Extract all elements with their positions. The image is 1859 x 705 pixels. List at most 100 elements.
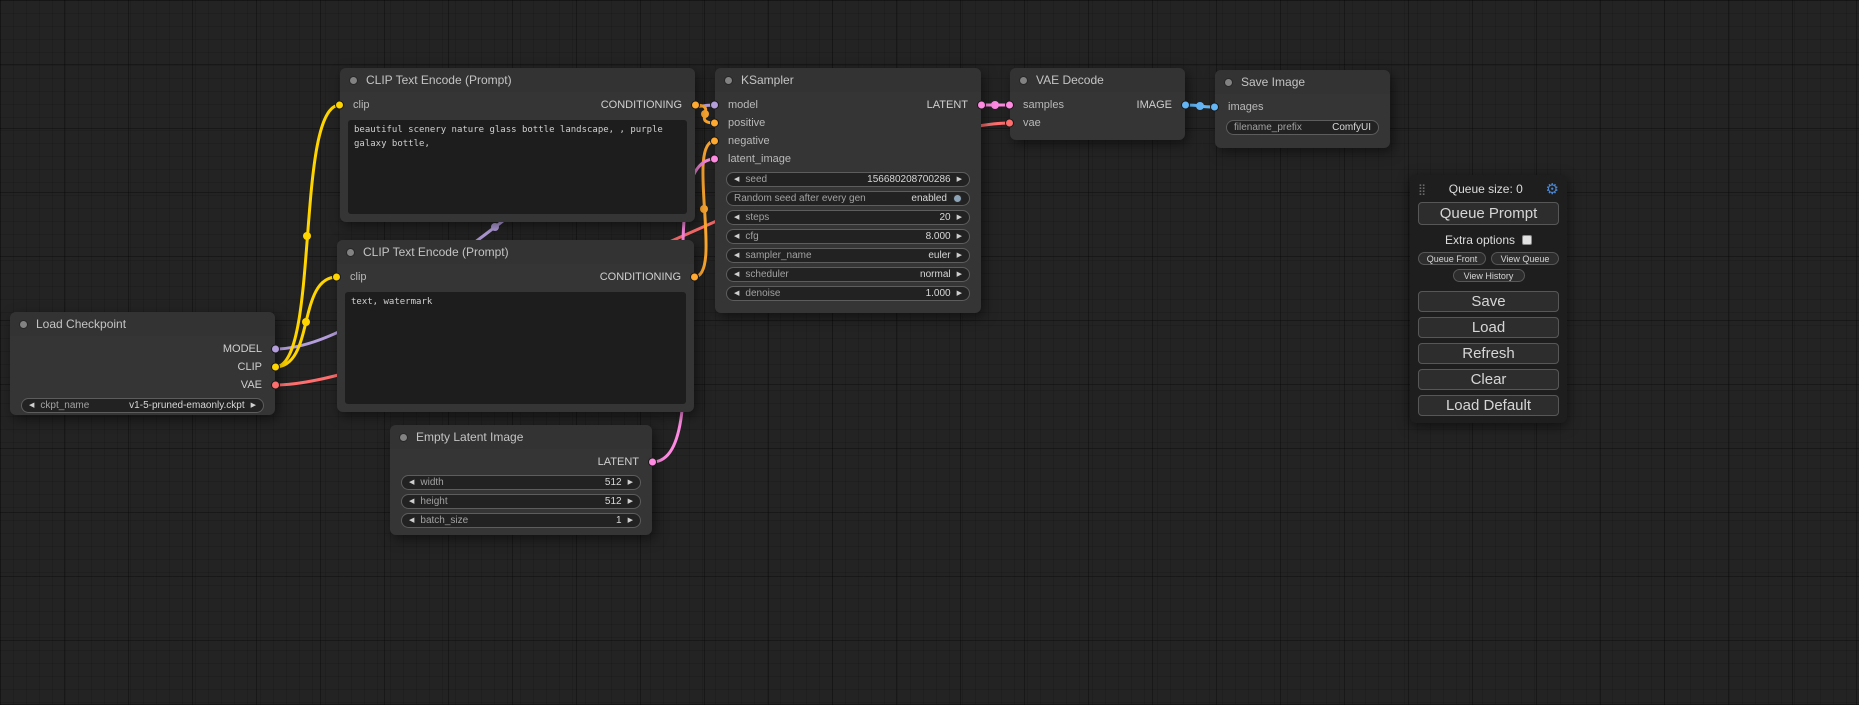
arrow-left-icon[interactable]: ◀	[409, 517, 414, 524]
widget-denoise[interactable]: ◀ denoise 1.000 ▶	[726, 286, 970, 301]
arrow-left-icon[interactable]: ◀	[734, 290, 739, 297]
output-port-model[interactable]	[271, 345, 280, 354]
output-port-clip[interactable]	[271, 363, 280, 372]
node-titlebar[interactable]: Load Checkpoint	[10, 312, 275, 336]
arrow-right-icon[interactable]: ▶	[957, 233, 962, 240]
collapse-dot-icon[interactable]	[724, 76, 733, 85]
extra-options-checkbox[interactable]	[1522, 235, 1532, 245]
node-titlebar[interactable]: VAE Decode	[1010, 68, 1185, 92]
widget-random-seed-toggle[interactable]: Random seed after every gen enabled	[726, 191, 970, 206]
input-port-model[interactable]	[710, 101, 719, 110]
arrow-left-icon[interactable]: ◀	[734, 176, 739, 183]
node-vae-decode[interactable]: VAE Decode samples IMAGE vae	[1010, 68, 1185, 140]
negative-prompt-textarea[interactable]: text, watermark	[345, 292, 686, 404]
save-button[interactable]: Save	[1418, 291, 1559, 312]
output-port-latent[interactable]	[648, 458, 657, 467]
widget-seed[interactable]: ◀ seed 156680208700286 ▶	[726, 172, 970, 187]
widget-width[interactable]: ◀ width 512 ▶	[401, 475, 641, 490]
widget-height[interactable]: ◀ height 512 ▶	[401, 494, 641, 509]
link-midpoint-dot	[991, 101, 999, 109]
widget-steps[interactable]: ◀ steps 20 ▶	[726, 210, 970, 225]
node-ksampler[interactable]: KSampler model LATENT positive negative …	[715, 68, 981, 313]
arrow-left-icon[interactable]: ◀	[734, 214, 739, 221]
input-port-positive[interactable]	[710, 119, 719, 128]
collapse-dot-icon[interactable]	[19, 320, 28, 329]
node-titlebar[interactable]: Empty Latent Image	[390, 425, 652, 449]
arrow-right-icon[interactable]: ▶	[957, 252, 962, 259]
input-label-images: images	[1228, 101, 1263, 113]
output-port-vae[interactable]	[271, 381, 280, 390]
collapse-dot-icon[interactable]	[1019, 76, 1028, 85]
node-titlebar[interactable]: Save Image	[1215, 70, 1390, 94]
arrow-left-icon[interactable]: ◀	[409, 479, 414, 486]
view-queue-button[interactable]: View Queue	[1491, 252, 1559, 265]
arrow-right-icon[interactable]: ▶	[957, 214, 962, 221]
input-port-clip[interactable]	[332, 273, 341, 282]
node-clip-text-encode-positive[interactable]: CLIP Text Encode (Prompt) clip CONDITION…	[340, 68, 695, 222]
input-port-images[interactable]	[1210, 103, 1219, 112]
load-default-button[interactable]: Load Default	[1418, 395, 1559, 416]
output-port-conditioning[interactable]	[690, 273, 699, 282]
widget-label: filename_prefix	[1234, 122, 1302, 133]
output-port-image[interactable]	[1181, 101, 1190, 110]
arrow-right-icon[interactable]: ▶	[251, 402, 256, 409]
arrow-right-icon[interactable]: ▶	[628, 479, 633, 486]
input-port-negative[interactable]	[710, 137, 719, 146]
view-history-button[interactable]: View History	[1453, 269, 1525, 282]
extra-options-label: Extra options	[1445, 233, 1515, 247]
input-port-samples[interactable]	[1005, 101, 1014, 110]
slot-row: VAE	[10, 376, 275, 394]
input-port-vae[interactable]	[1005, 119, 1014, 128]
output-port-conditioning[interactable]	[691, 101, 700, 110]
output-port-latent[interactable]	[977, 101, 986, 110]
slot-row: CLIP	[10, 358, 275, 376]
load-button[interactable]: Load	[1418, 317, 1559, 338]
refresh-button[interactable]: Refresh	[1418, 343, 1559, 364]
input-port-latent-image[interactable]	[710, 155, 719, 164]
node-save-image[interactable]: Save Image images filename_prefix ComfyU…	[1215, 70, 1390, 148]
node-graph-canvas[interactable]: Load Checkpoint MODEL CLIP VAE ◀ ckpt_na…	[0, 0, 1859, 705]
node-titlebar[interactable]: KSampler	[715, 68, 981, 92]
input-label-clip: clip	[350, 271, 367, 283]
settings-gear-icon[interactable]: ⚙	[1546, 182, 1559, 197]
positive-prompt-textarea[interactable]: beautiful scenery nature glass bottle la…	[348, 120, 687, 214]
node-empty-latent-image[interactable]: Empty Latent Image LATENT ◀ width 512 ▶ …	[390, 425, 652, 535]
arrow-right-icon[interactable]: ▶	[957, 290, 962, 297]
widget-filename-prefix[interactable]: filename_prefix ComfyUI	[1226, 120, 1379, 135]
collapse-dot-icon[interactable]	[346, 248, 355, 257]
arrow-right-icon[interactable]: ▶	[957, 176, 962, 183]
collapse-dot-icon[interactable]	[1224, 78, 1233, 87]
node-load-checkpoint[interactable]: Load Checkpoint MODEL CLIP VAE ◀ ckpt_na…	[10, 312, 275, 415]
input-label-negative: negative	[728, 135, 770, 147]
node-clip-text-encode-negative[interactable]: CLIP Text Encode (Prompt) clip CONDITION…	[337, 240, 694, 412]
arrow-right-icon[interactable]: ▶	[628, 498, 633, 505]
arrow-left-icon[interactable]: ◀	[29, 402, 34, 409]
link-midpoint-dot	[491, 223, 499, 231]
widget-scheduler[interactable]: ◀ scheduler normal ▶	[726, 267, 970, 282]
input-port-clip[interactable]	[335, 101, 344, 110]
clear-button[interactable]: Clear	[1418, 369, 1559, 390]
arrow-right-icon[interactable]: ▶	[628, 517, 633, 524]
slot-row: model LATENT	[715, 96, 981, 114]
node-titlebar[interactable]: CLIP Text Encode (Prompt)	[337, 240, 694, 264]
collapse-dot-icon[interactable]	[399, 433, 408, 442]
arrow-left-icon[interactable]: ◀	[734, 233, 739, 240]
arrow-left-icon[interactable]: ◀	[734, 252, 739, 259]
widget-cfg[interactable]: ◀ cfg 8.000 ▶	[726, 229, 970, 244]
arrow-left-icon[interactable]: ◀	[409, 498, 414, 505]
queue-front-button[interactable]: Queue Front	[1418, 252, 1486, 265]
arrow-right-icon[interactable]: ▶	[957, 271, 962, 278]
collapse-dot-icon[interactable]	[349, 76, 358, 85]
drag-handle-icon[interactable]: ⣿	[1418, 183, 1426, 196]
widget-batch-size[interactable]: ◀ batch_size 1 ▶	[401, 513, 641, 528]
input-label-latent-image: latent_image	[728, 153, 791, 165]
link-midpoint-dot	[701, 110, 709, 118]
node-titlebar[interactable]: CLIP Text Encode (Prompt)	[340, 68, 695, 92]
toggle-dot-icon[interactable]	[953, 194, 962, 203]
slot-row: images	[1215, 98, 1390, 116]
queue-prompt-button[interactable]: Queue Prompt	[1418, 202, 1559, 225]
widget-sampler-name[interactable]: ◀ sampler_name euler ▶	[726, 248, 970, 263]
comfy-menu-panel: ⣿ Queue size: 0 ⚙ Queue Prompt Extra opt…	[1410, 175, 1567, 423]
arrow-left-icon[interactable]: ◀	[734, 271, 739, 278]
widget-ckpt-name[interactable]: ◀ ckpt_name v1-5-pruned-emaonly.ckpt ▶	[21, 398, 264, 413]
